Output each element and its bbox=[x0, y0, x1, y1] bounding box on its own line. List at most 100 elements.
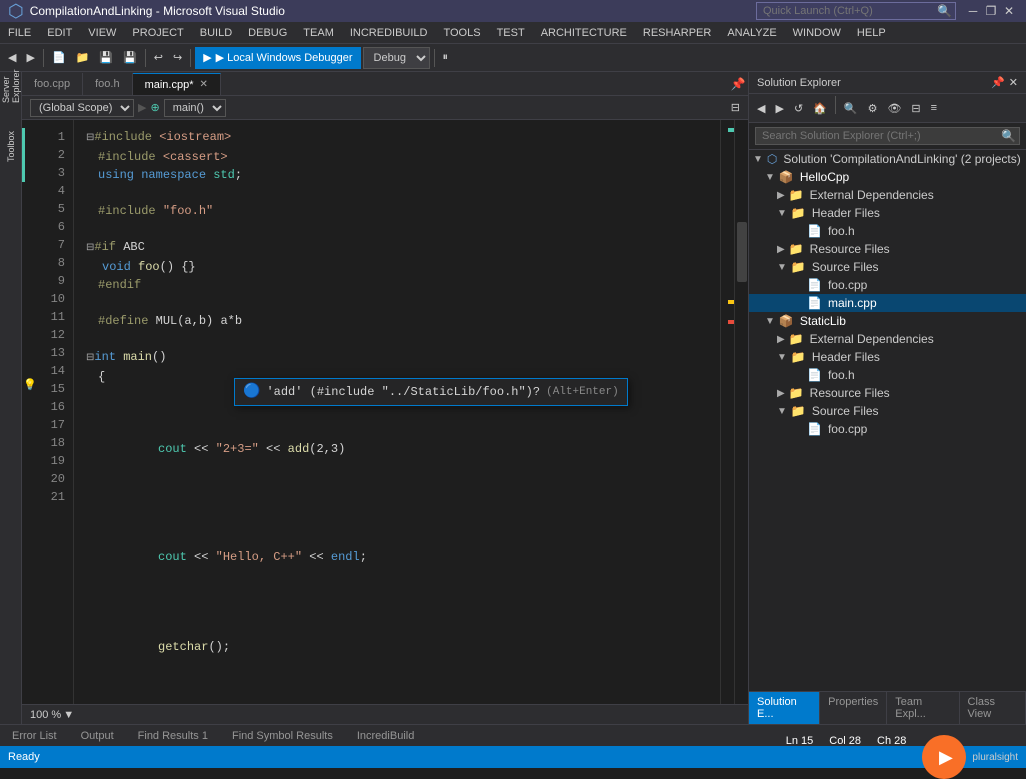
source-1-label: Source Files bbox=[812, 260, 879, 274]
tab-pin-button[interactable]: 📌 bbox=[728, 73, 748, 95]
glyph-margin: 💡 bbox=[22, 120, 34, 704]
menu-item-edit[interactable]: EDIT bbox=[39, 22, 80, 43]
function-dropdown[interactable]: main() bbox=[164, 99, 226, 117]
tree-solution[interactable]: ▼ ⬡ Solution 'CompilationAndLinking' (2 … bbox=[749, 150, 1026, 168]
lightbulb-icon[interactable]: 💡 bbox=[23, 378, 37, 392]
tree-source-files-1[interactable]: ▼ 📁 Source Files bbox=[749, 258, 1026, 276]
se-tab-properties[interactable]: Properties bbox=[820, 692, 887, 724]
open-button[interactable]: 📁 bbox=[72, 46, 94, 70]
tree-fooh-staticlib[interactable]: 📄 foo.h bbox=[749, 366, 1026, 384]
breakpoint-button[interactable]: ⏸ bbox=[439, 46, 453, 70]
zoom-label: 100 % bbox=[30, 709, 61, 721]
tree-resource-files-2[interactable]: ▶ 📁 Resource Files bbox=[749, 384, 1026, 402]
tree-fooh-hellocpp[interactable]: 📄 foo.h bbox=[749, 222, 1026, 240]
menu-item-test[interactable]: TEST bbox=[489, 22, 533, 43]
toolbox-icon[interactable]: Toolbox bbox=[1, 136, 21, 156]
se-tab-solution[interactable]: Solution E... bbox=[749, 692, 820, 724]
se-search-input[interactable] bbox=[755, 127, 1020, 145]
menu-item-file[interactable]: FILE bbox=[0, 22, 39, 43]
scope-dropdown[interactable]: (Global Scope) bbox=[30, 99, 134, 117]
config-dropdown[interactable]: Debug bbox=[363, 47, 430, 69]
se-refresh-button[interactable]: ↺ bbox=[790, 96, 807, 120]
tree-header-files-1[interactable]: ▼ 📁 Header Files bbox=[749, 204, 1026, 222]
tab-output[interactable]: Output bbox=[69, 725, 126, 746]
new-project-button[interactable]: 📄 bbox=[48, 46, 70, 70]
solution-explorer-panel: Solution Explorer 📌 ✕ ◀ ▶ ↺ 🏠 🔍 ⚙ 👁 ⊟ ≡ … bbox=[748, 72, 1026, 724]
collapse-all-button[interactable]: ⊟ bbox=[731, 101, 740, 114]
se-pin-button[interactable]: 📌 bbox=[991, 76, 1005, 89]
tab-main-cpp-close[interactable]: ✕ bbox=[199, 79, 207, 90]
back-button[interactable]: ◀ bbox=[4, 46, 20, 70]
tree-ext-deps-2[interactable]: ▶ 📁 External Dependencies bbox=[749, 330, 1026, 348]
resource-1-arrow: ▶ bbox=[777, 244, 785, 255]
tab-foo-cpp[interactable]: foo.cpp bbox=[22, 73, 83, 95]
tab-incredibuild[interactable]: IncrediBuild bbox=[345, 725, 426, 746]
zoom-dropdown-icon[interactable]: ▼ bbox=[63, 709, 74, 721]
tab-find-results[interactable]: Find Results 1 bbox=[126, 725, 220, 746]
tab-find-symbol[interactable]: Find Symbol Results bbox=[220, 725, 345, 746]
quick-launch-input[interactable] bbox=[756, 2, 956, 20]
close-button[interactable]: ✕ bbox=[1000, 2, 1018, 20]
se-preview-button[interactable]: 👁 bbox=[883, 96, 905, 120]
menu-item-resharper[interactable]: RESHARPER bbox=[635, 22, 719, 43]
server-explorer-icon[interactable]: Server Explorer bbox=[1, 76, 21, 96]
vertical-scrollbar[interactable] bbox=[734, 120, 748, 704]
menu-item-incredibuild[interactable]: INCREDIBUILD bbox=[342, 22, 436, 43]
tree-foocpp-hellocpp[interactable]: 📄 foo.cpp bbox=[749, 276, 1026, 294]
menu-item-window[interactable]: WINDOW bbox=[785, 22, 849, 43]
se-settings-button[interactable]: ≡ bbox=[927, 96, 941, 120]
se-props-button[interactable]: ⚙ bbox=[864, 96, 882, 120]
autocomplete-shortcut: (Alt+Enter) bbox=[546, 383, 619, 401]
se-close-button[interactable]: ✕ bbox=[1009, 76, 1018, 89]
tab-foo-h[interactable]: foo.h bbox=[83, 73, 132, 95]
menu-item-architecture[interactable]: ARCHITECTURE bbox=[533, 22, 635, 43]
autocomplete-popup[interactable]: 🔵 'add' (#include "../StaticLib/foo.h")?… bbox=[234, 378, 628, 406]
menu-item-build[interactable]: BUILD bbox=[192, 22, 240, 43]
tab-error-list[interactable]: Error List bbox=[0, 725, 69, 746]
line-num: 21 bbox=[42, 488, 65, 506]
menu-item-project[interactable]: PROJECT bbox=[124, 22, 191, 43]
code-content[interactable]: ⊟#include <iostream> #include <cassert> … bbox=[74, 120, 720, 704]
status-col: Col 28 bbox=[829, 735, 861, 779]
se-home-button[interactable]: 🏠 bbox=[809, 96, 831, 120]
redo-button[interactable]: ↪ bbox=[169, 46, 186, 70]
se-back-button[interactable]: ◀ bbox=[753, 96, 769, 120]
tree-hellocpp[interactable]: ▼ 📦 HelloCpp bbox=[749, 168, 1026, 186]
ext-deps-2-label: External Dependencies bbox=[810, 332, 934, 346]
se-tab-team[interactable]: Team Expl... bbox=[887, 692, 959, 724]
menu-item-help[interactable]: HELP bbox=[849, 22, 894, 43]
solution-explorer-tree[interactable]: ▼ ⬡ Solution 'CompilationAndLinking' (2 … bbox=[749, 150, 1026, 691]
menu-item-view[interactable]: VIEW bbox=[80, 22, 124, 43]
menu-item-analyze[interactable]: ANALYZE bbox=[719, 22, 784, 43]
menu-item-debug[interactable]: DEBUG bbox=[240, 22, 295, 43]
menu-item-tools[interactable]: TOOLS bbox=[435, 22, 488, 43]
tree-maincpp[interactable]: 📄 main.cpp bbox=[749, 294, 1026, 312]
menu-item-team[interactable]: TEAM bbox=[295, 22, 342, 43]
code-line-6 bbox=[86, 220, 708, 238]
run-button[interactable]: ▶ ▶ Local Windows Debugger bbox=[195, 47, 360, 69]
se-forward-button[interactable]: ▶ bbox=[771, 96, 787, 120]
code-editor[interactable]: 💡 1 2 3 4 5 6 7 8 9 10 11 12 13 14 15 16… bbox=[22, 120, 748, 704]
scrollbar-thumb[interactable] bbox=[737, 222, 747, 282]
tree-source-files-2[interactable]: ▼ 📁 Source Files bbox=[749, 402, 1026, 420]
save-button[interactable]: 💾 bbox=[95, 46, 117, 70]
code-line-4 bbox=[86, 184, 708, 202]
staticlib-icon: 📦 bbox=[779, 314, 794, 328]
forward-button[interactable]: ▶ bbox=[22, 46, 38, 70]
tree-ext-deps-1[interactable]: ▶ 📁 External Dependencies bbox=[749, 186, 1026, 204]
tree-foocpp-staticlib[interactable]: 📄 foo.cpp bbox=[749, 420, 1026, 438]
minimize-button[interactable]: ─ bbox=[964, 2, 982, 20]
undo-button[interactable]: ↩ bbox=[150, 46, 167, 70]
restore-button[interactable]: ❐ bbox=[982, 2, 1000, 20]
toolbar: ◀ ▶ 📄 📁 💾 💾 ↩ ↪ ▶ ▶ Local Windows Debugg… bbox=[0, 44, 1026, 72]
se-tab-classview[interactable]: Class View bbox=[960, 692, 1026, 724]
code-line-2: #include <cassert> bbox=[86, 148, 708, 166]
se-collapse-button[interactable]: ⊟ bbox=[907, 96, 924, 120]
save-all-button[interactable]: 💾 bbox=[119, 46, 141, 70]
se-filter-button[interactable]: 🔍 bbox=[840, 96, 862, 120]
code-line-20: return 0; bbox=[86, 692, 708, 704]
tree-resource-files-1[interactable]: ▶ 📁 Resource Files bbox=[749, 240, 1026, 258]
tab-main-cpp[interactable]: main.cpp* ✕ bbox=[133, 73, 221, 95]
tree-header-files-2[interactable]: ▼ 📁 Header Files bbox=[749, 348, 1026, 366]
tree-staticlib[interactable]: ▼ 📦 StaticLib bbox=[749, 312, 1026, 330]
